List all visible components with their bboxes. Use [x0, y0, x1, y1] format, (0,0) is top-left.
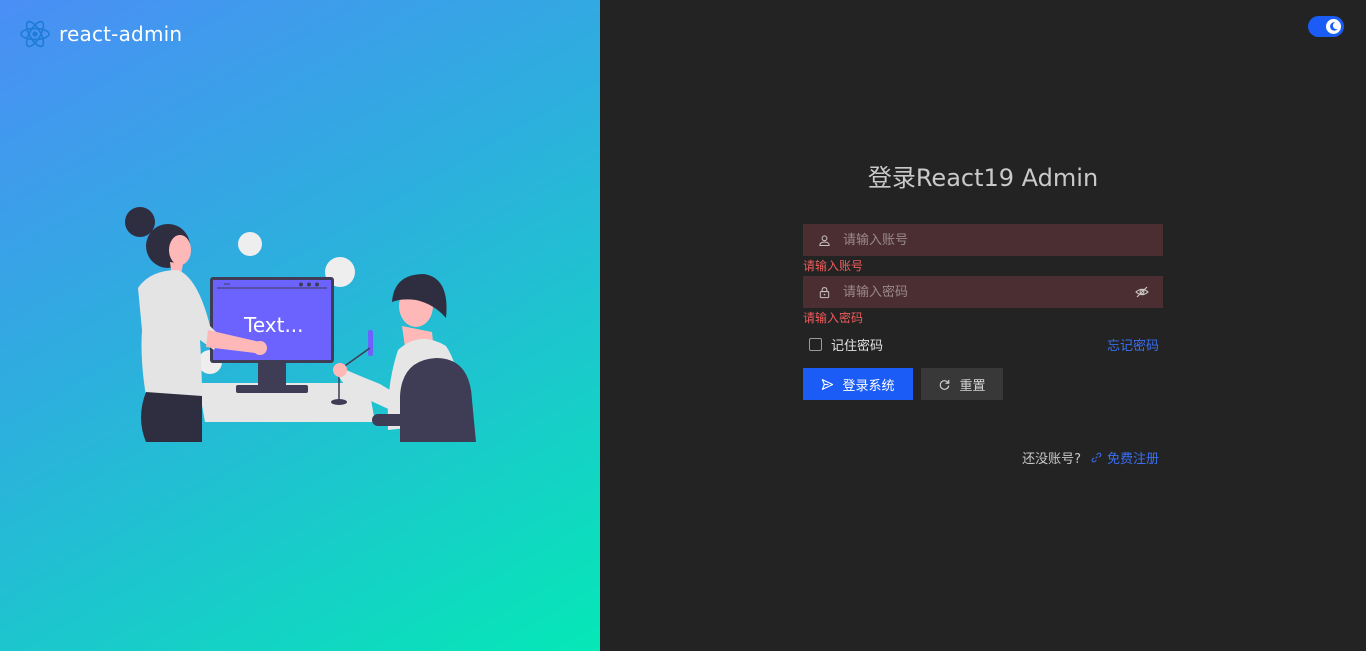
- login-button-label: 登录系统: [842, 378, 895, 394]
- theme-toggle[interactable]: [1308, 16, 1344, 37]
- link-icon: [1091, 452, 1102, 463]
- remember-checkbox[interactable]: [809, 337, 822, 351]
- register-row: 还没账号? 免费注册: [1022, 448, 1159, 467]
- left-hero-panel: react-admin Text...: [0, 0, 600, 651]
- register-link[interactable]: 免费注册: [1091, 448, 1159, 467]
- password-field: [803, 276, 1163, 308]
- redo-icon: [940, 379, 950, 390]
- username-field: [803, 224, 1163, 256]
- forgot-password-link[interactable]: 忘记密码: [1107, 335, 1163, 354]
- reset-button-label: 重置: [959, 378, 986, 394]
- username-error: 请输入账号: [803, 259, 864, 273]
- username-input[interactable]: [843, 225, 1123, 255]
- button-row: 登录系统 重置: [803, 368, 1163, 400]
- user-icon: [817, 233, 831, 247]
- brand: react-admin: [19, 18, 182, 50]
- lock-icon: [817, 285, 831, 299]
- register-link-label: 免费注册: [1106, 452, 1159, 467]
- password-input[interactable]: [843, 277, 1123, 307]
- no-account-text: 还没账号?: [1022, 452, 1081, 467]
- reset-button[interactable]: 重置: [921, 368, 1003, 400]
- login-title: 登录React19 Admin: [867, 164, 1099, 192]
- login-illustration: Text...: [125, 207, 476, 442]
- remember-label: 记住密码: [831, 338, 884, 354]
- theme-toggle-knob: [1326, 19, 1341, 34]
- login-form: 请输入账号 请输入密码 记住密码 忘记密码: [803, 224, 1163, 400]
- monitor-text: Text...: [243, 313, 304, 337]
- moon-icon: [1330, 22, 1338, 31]
- remember-checkbox-wrapper[interactable]: 记住密码: [809, 335, 883, 354]
- eye-off-icon[interactable]: [1135, 285, 1149, 299]
- react-atom-icon: [20, 20, 50, 48]
- login-button[interactable]: 登录系统: [803, 368, 913, 400]
- brand-name: react-admin: [59, 22, 183, 46]
- password-error: 请输入密码: [803, 311, 864, 325]
- send-icon: [822, 378, 834, 390]
- remember-row: 记住密码 忘记密码: [803, 334, 1163, 354]
- right-login-panel: 登录React19 Admin 请输入账号 请输入账号 请输入密码 记住密码 忘…: [600, 0, 1366, 651]
